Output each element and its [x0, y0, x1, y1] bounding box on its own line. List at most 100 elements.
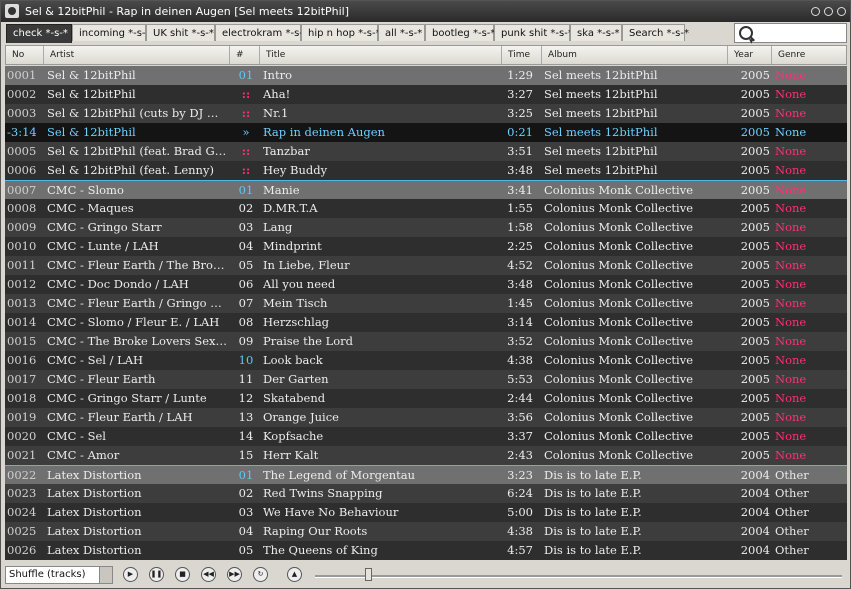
track-row[interactable]: 0014 CMC - Slomo / Fleur E. / LAH 08 Herzsc… — [5, 313, 847, 332]
pause-icon[interactable]: ❚❚ — [149, 567, 164, 582]
track-title: Raping Our Roots — [263, 524, 368, 538]
track-album: Colonius Monk Collective — [544, 183, 694, 197]
track-row[interactable]: 0016 CMC - Sel / LAH 10 Look back 4:38 Coloni… — [5, 351, 847, 370]
tab-electrokram[interactable]: electrokram *-s-* — [215, 24, 308, 41]
track-genre: None — [775, 258, 807, 272]
track-title: Orange Juice — [263, 410, 339, 424]
stop-icon[interactable]: ■ — [175, 567, 190, 582]
track-album: Sel meets 12bitPhil — [544, 87, 658, 101]
column-track-number[interactable]: # — [230, 46, 260, 64]
track-genre: None — [775, 220, 807, 234]
column-album[interactable]: Album — [542, 46, 728, 64]
track-year: 2005 — [740, 429, 770, 443]
tab-all[interactable]: all *-s-* — [378, 24, 425, 41]
track-row[interactable]: 0023 Latex Distortion 02 Red Twins Snapping… — [5, 484, 847, 503]
repeat-icon[interactable]: ↻ — [253, 567, 268, 582]
track-row[interactable]: 0020 CMC - Sel 14 Kopfsache 3:37 Colonius Mon… — [5, 427, 847, 446]
minimize-icon[interactable] — [811, 7, 820, 16]
track-list[interactable]: 0001 Sel & 12bitPhil 01 Intro 1:29 Sel meets … — [5, 66, 847, 560]
track-row[interactable]: 0008 CMC - Maques 02 D.MR.T.A 1:55 Colonius M… — [5, 199, 847, 218]
track-row[interactable]: 0018 CMC - Gringo Starr / Lunte 12 Skataben… — [5, 389, 847, 408]
column-artist[interactable]: Artist — [44, 46, 230, 64]
track-year: 2005 — [740, 410, 770, 424]
track-no: 0021 — [7, 448, 37, 462]
track-row[interactable]: 0006 Sel & 12bitPhil (feat. Lenny):: Hey B… — [5, 161, 847, 180]
volume-slider-thumb[interactable] — [364, 568, 372, 581]
volume-slider-track[interactable] — [315, 575, 842, 578]
track-no: 0006 — [7, 163, 37, 177]
track-row[interactable]: 0001 Sel & 12bitPhil 01 Intro 1:29 Sel meets … — [5, 66, 847, 85]
track-row[interactable]: 0021 CMC - Amor 15 Herr Kalt 2:43 Colonius Mo… — [5, 446, 847, 465]
track-album: Sel meets 12bitPhil — [544, 144, 658, 158]
track-row[interactable]: 0003 Sel & 12bitPhil (cuts by DJ M...:: Nr… — [5, 104, 847, 123]
track-row[interactable]: -3:14 Sel & 12bitPhil » Rap in deinen Augen… — [5, 123, 847, 142]
maximize-icon[interactable] — [824, 7, 833, 16]
tab-check[interactable]: check *-s-* — [6, 24, 72, 43]
track-genre: None — [775, 183, 807, 197]
track-year: 2004 — [740, 468, 770, 482]
chevron-down-icon[interactable]: ▼ — [749, 38, 754, 45]
track-time: 3:23 — [507, 468, 533, 482]
title-bar[interactable]: Sel & 12bitPhil - Rap in deinen Augen [S… — [1, 1, 850, 22]
track-row[interactable]: 0002 Sel & 12bitPhil:: Aha! 3:27 Sel meets 1… — [5, 85, 847, 104]
column-genre[interactable]: Genre — [772, 46, 846, 64]
track-year: 2005 — [740, 448, 770, 462]
track-album: Colonius Monk Collective — [544, 296, 694, 310]
track-year: 2005 — [740, 239, 770, 253]
playback-mode-select[interactable]: Shuffle (tracks) — [5, 566, 113, 584]
track-album: Colonius Monk Collective — [544, 315, 694, 329]
tab-punk-shit[interactable]: punk shit *-s-* — [494, 24, 573, 41]
track-row[interactable]: 0017 CMC - Fleur Earth 11 Der Garten 5:53 Col… — [5, 370, 847, 389]
tab-bootleg[interactable]: bootleg *-s-* — [425, 24, 495, 41]
track-number: 01 — [238, 468, 254, 482]
next-icon[interactable]: ▶▶ — [227, 567, 242, 582]
track-number: 06 — [238, 277, 254, 291]
track-row[interactable]: 0026 Latex Distortion 05 The Queens of King… — [5, 541, 847, 560]
column-no[interactable]: No — [6, 46, 44, 64]
tab-uk-shit[interactable]: UK shit *-s-* — [146, 24, 215, 41]
track-row[interactable]: 0007 CMC - Slomo 01 Manie 3:41 Colonius Monk … — [5, 180, 847, 199]
track-time: 3:37 — [507, 429, 533, 443]
track-row[interactable]: 0005 Sel & 12bitPhil (feat. Brad Gei...::… — [5, 142, 847, 161]
column-time[interactable]: Time — [502, 46, 542, 64]
track-album: Dis is to late E.P. — [544, 486, 642, 500]
dropdown-arrow-icon[interactable] — [99, 567, 112, 583]
track-album: Colonius Monk Collective — [544, 372, 694, 386]
track-title: Skatabend — [263, 391, 326, 405]
track-row[interactable]: 0009 CMC - Gringo Starr 03 Lang 1:58 Colonius… — [5, 218, 847, 237]
track-number: 08 — [238, 315, 254, 329]
previous-icon[interactable]: ◀◀ — [201, 567, 216, 582]
track-row[interactable]: 0022 Latex Distortion 01 The Legend of Morg… — [5, 465, 847, 484]
track-row[interactable]: 0011 CMC - Fleur Earth / The Broke... 05 In… — [5, 256, 847, 275]
track-artist: CMC - Doc Dondo / LAH — [47, 277, 189, 291]
tab-hip-n-hop[interactable]: hip n hop *-s-* — [301, 24, 381, 41]
column-title[interactable]: Title — [260, 46, 502, 64]
track-row[interactable]: 0012 CMC - Doc Dondo / LAH 06 All you need 3… — [5, 275, 847, 294]
play-icon[interactable]: ▶ — [123, 567, 138, 582]
track-row[interactable]: 0013 CMC - Fleur Earth / Gringo St... 07 Me… — [5, 294, 847, 313]
track-title: Der Garten — [263, 372, 329, 386]
track-no: 0016 — [7, 353, 37, 367]
search-input[interactable]: ▼ — [734, 23, 847, 45]
track-title: Red Twins Snapping — [263, 486, 383, 500]
tab-incoming[interactable]: incoming *-s-* — [72, 24, 151, 41]
tab-ska[interactable]: ska *-s-* — [570, 24, 622, 41]
track-year: 2005 — [740, 106, 770, 120]
track-year: 2005 — [740, 87, 770, 101]
track-time: 6:24 — [507, 486, 533, 500]
tab-search[interactable]: Search *-s-* — [622, 24, 689, 41]
close-icon[interactable] — [837, 7, 846, 16]
column-year[interactable]: Year — [728, 46, 772, 64]
track-row[interactable]: 0024 Latex Distortion 03 We Have No Behavio… — [5, 503, 847, 522]
track-row[interactable]: 0010 CMC - Lunte / LAH 04 Mindprint 2:25 Colo… — [5, 237, 847, 256]
track-album: Dis is to late E.P. — [544, 505, 642, 519]
track-time: 3:25 — [507, 106, 533, 120]
track-row[interactable]: 0019 CMC - Fleur Earth / LAH 13 Orange Juic… — [5, 408, 847, 427]
app-logo-icon[interactable] — [5, 4, 19, 18]
track-artist: CMC - Sel / LAH — [47, 353, 144, 367]
eject-icon[interactable]: ▲ — [287, 567, 302, 582]
track-number: » — [242, 125, 250, 139]
track-row[interactable]: 0025 Latex Distortion 04 Raping Our Roots 4:… — [5, 522, 847, 541]
track-row[interactable]: 0015 CMC - The Broke Lovers Sextet 09 Prais… — [5, 332, 847, 351]
track-number: 05 — [238, 258, 254, 272]
